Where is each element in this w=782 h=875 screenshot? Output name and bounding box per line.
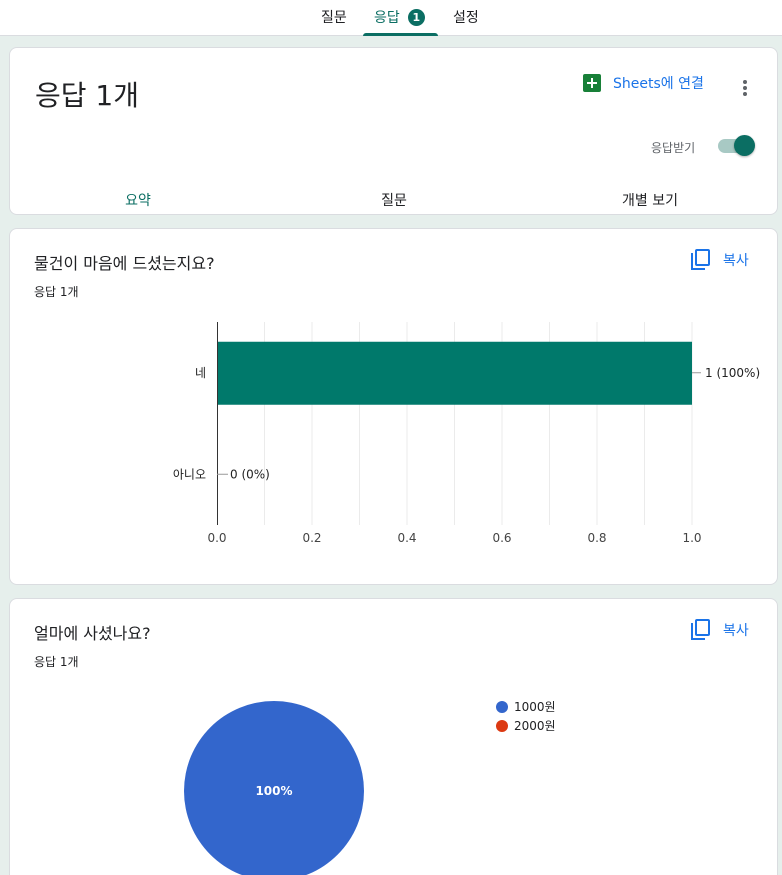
x-tick-label: 0.2 xyxy=(302,531,321,545)
legend-swatch xyxy=(496,719,508,732)
x-tick-label: 0.0 xyxy=(207,531,226,545)
subtab-question-label: 질문 xyxy=(381,193,407,209)
bar-0 xyxy=(218,341,692,405)
category-label: 아니오 xyxy=(173,467,206,481)
subtab-summary[interactable]: 요약 xyxy=(123,189,153,233)
x-tick-label: 0.8 xyxy=(587,531,606,545)
legend-item: 1000원 xyxy=(496,697,556,716)
pie-legend: 1000원 2000원 xyxy=(496,697,556,735)
data-label: 0 (0%) xyxy=(230,467,270,481)
x-tick-label: 0.4 xyxy=(397,531,416,545)
subtab-question[interactable]: 질문 xyxy=(378,189,410,233)
question-summary-card: 물건이 마음에 드셨는지요? 응답 1개 복사 네1 (100%) 아니오 0 (0… xyxy=(9,228,778,585)
category-label: 네 xyxy=(195,366,206,380)
legend-label: 1000원 xyxy=(514,700,556,714)
question-summary-card: 얼마에 사셨나요? 응답 1개 복사 100% 1000원 2000원 xyxy=(9,598,778,875)
tab-questions-label: 질문 xyxy=(321,10,347,26)
legend-swatch xyxy=(496,700,508,713)
tab-settings-label: 설정 xyxy=(453,10,479,26)
page-title: 응답 1개 xyxy=(35,79,139,112)
pie-slice-label: 100% xyxy=(255,784,292,798)
responses-header-card: 응답 1개 Sheets에 연결 응답받기 요약 질문 개별 보기 xyxy=(9,47,778,233)
link-to-sheets-label: Sheets에 연결 xyxy=(613,76,704,92)
legend-item: 2000원 xyxy=(496,716,556,735)
sheets-icon xyxy=(583,74,601,92)
data-label: 1 (100%) xyxy=(705,366,760,380)
tab-questions[interactable]: 질문 xyxy=(321,0,347,36)
tab-responses-label: 응답 xyxy=(374,10,400,26)
accepting-responses-toggle[interactable] xyxy=(716,134,756,158)
subtab-individual-label: 개별 보기 xyxy=(622,193,678,209)
more-options-button[interactable] xyxy=(737,76,753,100)
more-vert-icon xyxy=(743,80,747,84)
response-count-badge: 1 xyxy=(407,9,425,26)
toggle-knob xyxy=(734,135,755,156)
x-tick-label: 0.6 xyxy=(492,531,511,545)
bar-chart: 네 1 (100%) 아니오 0 (0%) 0.0 0.2 0.4 0.6 0.8 1.0 xyxy=(173,322,760,545)
subtab-individual[interactable]: 개별 보기 xyxy=(615,189,685,233)
top-tab-bar: 질문 응답 1 설정 xyxy=(0,0,782,36)
link-to-sheets-button[interactable]: Sheets에 연결 xyxy=(583,71,704,95)
pie-chart: 100% xyxy=(184,701,364,875)
tab-responses[interactable]: 응답 1 xyxy=(363,0,438,36)
tab-settings[interactable]: 설정 xyxy=(453,0,479,36)
subtab-summary-label: 요약 xyxy=(125,193,151,209)
x-tick-label: 1.0 xyxy=(682,531,701,545)
active-tab-indicator xyxy=(363,33,438,36)
accepting-responses-label: 응답받기 xyxy=(651,141,696,155)
legend-label: 2000원 xyxy=(514,719,556,733)
